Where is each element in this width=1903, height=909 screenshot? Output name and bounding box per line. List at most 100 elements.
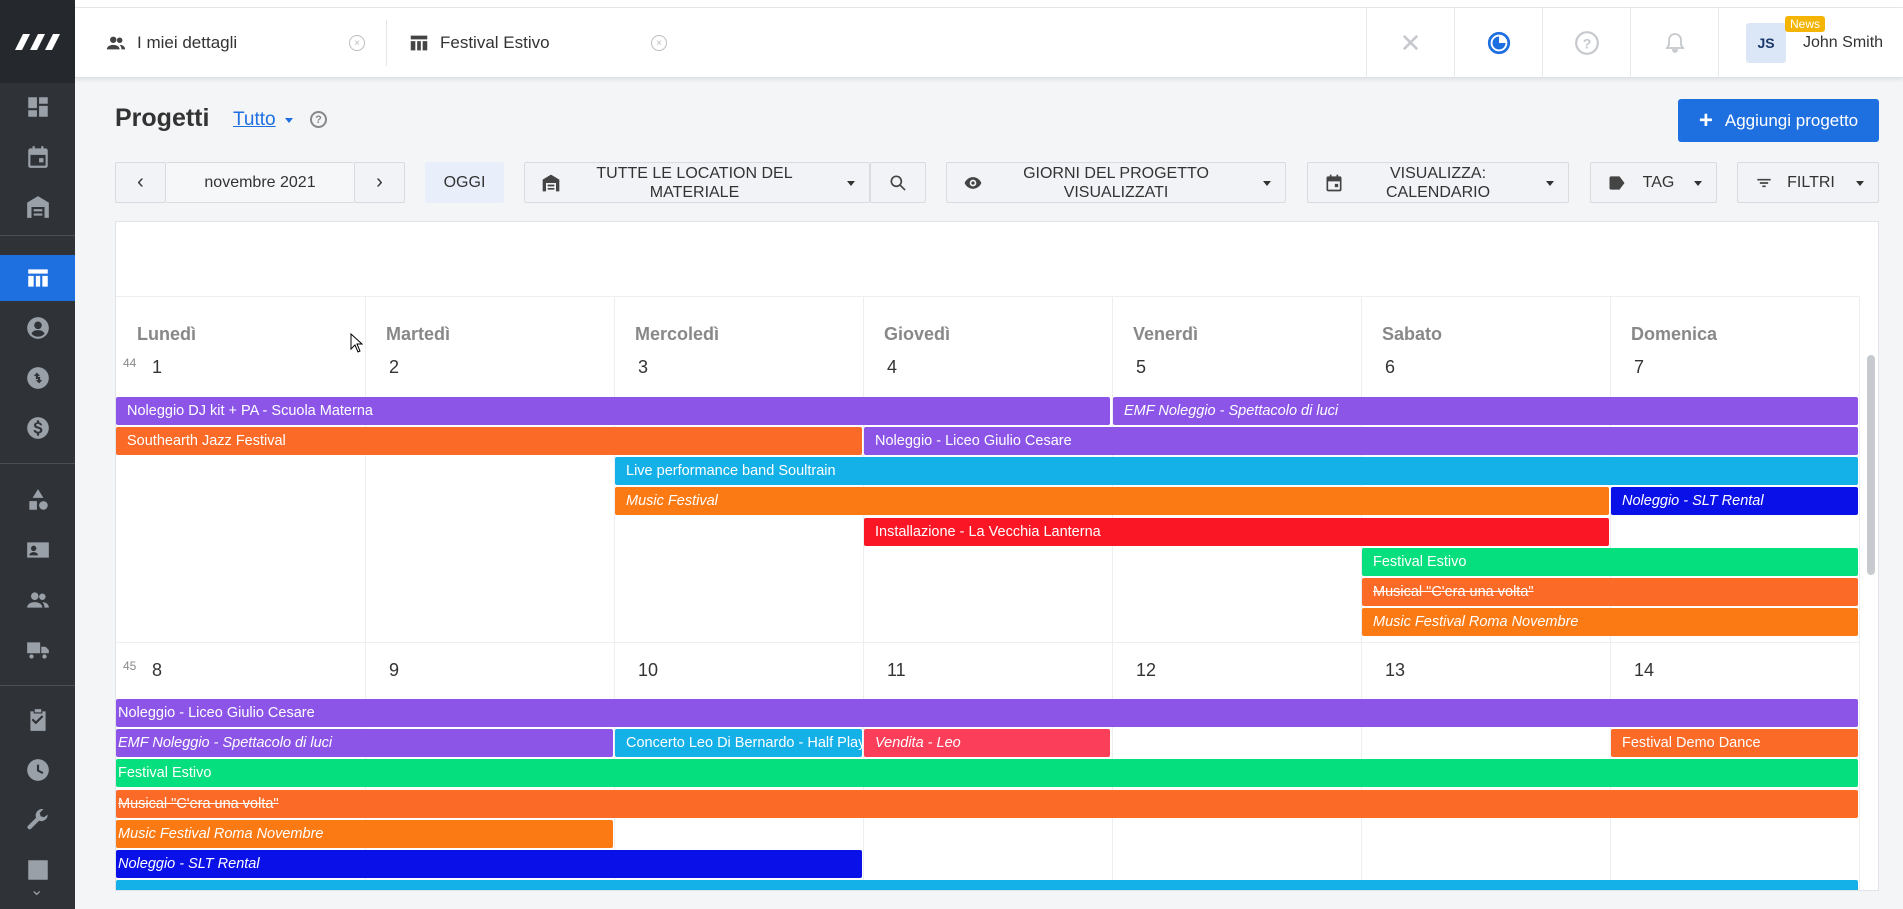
search-icon bbox=[890, 175, 906, 191]
sidebar: ⌄ bbox=[0, 0, 75, 909]
view-select[interactable]: VISUALIZZA: CALENDARIO bbox=[1307, 162, 1569, 203]
day-number[interactable]: 4 bbox=[887, 357, 897, 378]
day-number[interactable]: 6 bbox=[1385, 357, 1395, 378]
sidebar-item-contacts[interactable] bbox=[0, 305, 75, 351]
event-bar[interactable]: EMF Noleggio - Spettacolo di luci bbox=[116, 729, 613, 757]
clipboard-icon bbox=[29, 709, 46, 731]
close-all-button[interactable]: ✕ bbox=[1366, 8, 1454, 78]
notifications-button[interactable] bbox=[1630, 8, 1718, 78]
sidebar-item-crew[interactable] bbox=[0, 577, 75, 623]
scope-filter[interactable]: Tutto bbox=[233, 109, 276, 131]
event-bar[interactable]: Installazione - La Vecchia Lanterna bbox=[864, 518, 1609, 546]
sidebar-item-dashboard[interactable] bbox=[0, 84, 75, 130]
event-bar[interactable]: Concerto Leo Di Bernardo - Half Playl bbox=[615, 729, 862, 757]
day-number[interactable]: 2 bbox=[389, 357, 399, 378]
event-bar[interactable]: Music Festival Roma Novembre bbox=[1362, 608, 1858, 636]
day-name: Giovedì bbox=[884, 324, 951, 344]
prev-month-button[interactable]: ‹ bbox=[115, 162, 166, 203]
logo-icon bbox=[14, 33, 60, 50]
event-bar[interactable]: Musical "C'era una volta" bbox=[1362, 578, 1858, 606]
event-bar[interactable]: Festival Demo Dance bbox=[1611, 729, 1858, 757]
help-icon[interactable]: ? bbox=[310, 111, 327, 128]
day-number[interactable]: 7 bbox=[1634, 357, 1644, 378]
event-label: Musical "C'era una volta" bbox=[118, 796, 279, 812]
location-select[interactable]: TUTTE LE LOCATION DEL MATERIALE bbox=[524, 162, 870, 203]
sidebar-item-transport[interactable] bbox=[0, 627, 75, 673]
timer-button[interactable] bbox=[1454, 8, 1542, 78]
event-bar[interactable]: Noleggio DJ kit + PA - Scuola Materna bbox=[116, 397, 1110, 425]
event-bar[interactable] bbox=[116, 880, 1858, 890]
event-label: Festival Estivo bbox=[1373, 554, 1467, 570]
sidebar-item-finance[interactable] bbox=[0, 405, 75, 451]
tag-select[interactable]: TAG bbox=[1590, 162, 1717, 203]
today-label: OGGI bbox=[443, 174, 486, 191]
day-number[interactable]: 13 bbox=[1385, 660, 1405, 681]
add-project-button[interactable]: + Aggiungi progetto bbox=[1678, 99, 1879, 142]
wrench-icon bbox=[26, 809, 48, 830]
sidebar-item-materials[interactable] bbox=[0, 477, 75, 523]
event-bar[interactable]: Noleggio - Liceo Giulio Cesare bbox=[864, 427, 1858, 455]
app-logo[interactable] bbox=[0, 0, 75, 83]
month-label[interactable]: novembre 2021 bbox=[166, 162, 354, 203]
event-bar[interactable]: Music Festival Roma Novembre bbox=[116, 820, 613, 848]
close-icon[interactable]: × bbox=[651, 35, 667, 51]
user-icon bbox=[26, 317, 49, 339]
event-bar[interactable]: Vendita - Leo bbox=[864, 729, 1110, 757]
avatar: JS bbox=[1746, 23, 1786, 63]
scrollbar[interactable] bbox=[1867, 355, 1875, 575]
search-button[interactable] bbox=[870, 162, 926, 203]
sidebar-item-sync[interactable] bbox=[0, 355, 75, 401]
day-number[interactable]: 14 bbox=[1634, 660, 1654, 681]
sidebar-item-maintenance[interactable] bbox=[0, 797, 75, 843]
day-number[interactable]: 10 bbox=[638, 660, 658, 681]
filters-select[interactable]: FILTRI bbox=[1737, 162, 1879, 203]
sidebar-item-contacts-card[interactable] bbox=[0, 527, 75, 573]
sidebar-item-projects[interactable] bbox=[0, 255, 75, 301]
days-visible-select[interactable]: GIORNI DEL PROGETTO VISUALIZZATI bbox=[946, 162, 1286, 203]
event-bar[interactable]: Music Festival bbox=[615, 487, 1609, 515]
day-name: Venerdì bbox=[1133, 324, 1199, 344]
next-month-button[interactable]: › bbox=[354, 162, 405, 203]
event-label: Festival Demo Dance bbox=[1622, 735, 1761, 751]
event-label: Noleggio - Liceo Giulio Cesare bbox=[875, 433, 1072, 449]
sidebar-item-tasks[interactable] bbox=[0, 697, 75, 743]
help-button[interactable]: ? bbox=[1542, 8, 1630, 78]
plus-icon: + bbox=[1698, 106, 1713, 134]
chevron-down-icon[interactable]: ⌄ bbox=[30, 880, 43, 900]
event-bar[interactable]: Live performance band Soultrain bbox=[615, 457, 1858, 485]
sidebar-item-warehouse[interactable] bbox=[0, 184, 75, 230]
user-name: John Smith bbox=[1803, 34, 1884, 51]
tab-festival-estivo[interactable]: Festival Estivo × bbox=[408, 8, 688, 78]
event-bar[interactable]: Noleggio - Liceo Giulio Cesare bbox=[116, 699, 1858, 727]
day-name: Martedì bbox=[386, 324, 451, 344]
news-badge[interactable]: News bbox=[1785, 16, 1826, 32]
day-number[interactable]: 5 bbox=[1136, 357, 1146, 378]
day-number[interactable]: 9 bbox=[389, 660, 399, 681]
week-number: 45 bbox=[123, 659, 137, 673]
event-bar[interactable]: Noleggio - SLT Rental bbox=[116, 850, 862, 878]
event-bar[interactable]: Festival Estivo bbox=[116, 759, 1858, 787]
event-bar[interactable]: Southearth Jazz Festival bbox=[116, 427, 862, 455]
sidebar-item-calendar[interactable] bbox=[0, 134, 75, 180]
event-bar[interactable]: EMF Noleggio - Spettacolo di luci bbox=[1113, 397, 1858, 425]
day-number[interactable]: 12 bbox=[1136, 660, 1156, 681]
event-label: Musical "C'era una volta" bbox=[1373, 584, 1534, 600]
close-icon[interactable]: × bbox=[349, 35, 365, 51]
event-bar[interactable]: Noleggio - SLT Rental bbox=[1611, 487, 1858, 515]
day-number[interactable]: 1 bbox=[152, 357, 162, 378]
day-number[interactable]: 11 bbox=[887, 660, 906, 681]
chevron-down-icon bbox=[1546, 181, 1554, 186]
location-label: TUTTE LE LOCATION DEL MATERIALE bbox=[596, 164, 793, 201]
tab-my-details[interactable]: I miei dettagli × bbox=[105, 8, 385, 78]
close-icon: ✕ bbox=[1399, 27, 1422, 58]
day-number[interactable]: 3 bbox=[638, 357, 648, 378]
chevron-left-icon: ‹ bbox=[137, 171, 144, 193]
event-label: Live performance band Soultrain bbox=[626, 463, 836, 479]
day-number[interactable]: 8 bbox=[152, 660, 162, 681]
filter-icon bbox=[1757, 178, 1771, 188]
today-button[interactable]: OGGI bbox=[425, 162, 504, 203]
event-label: Vendita - Leo bbox=[875, 735, 961, 751]
event-bar[interactable]: Festival Estivo bbox=[1362, 548, 1858, 576]
event-bar[interactable]: Musical "C'era una volta" bbox=[116, 790, 1858, 818]
sidebar-item-timesheets[interactable] bbox=[0, 747, 75, 793]
